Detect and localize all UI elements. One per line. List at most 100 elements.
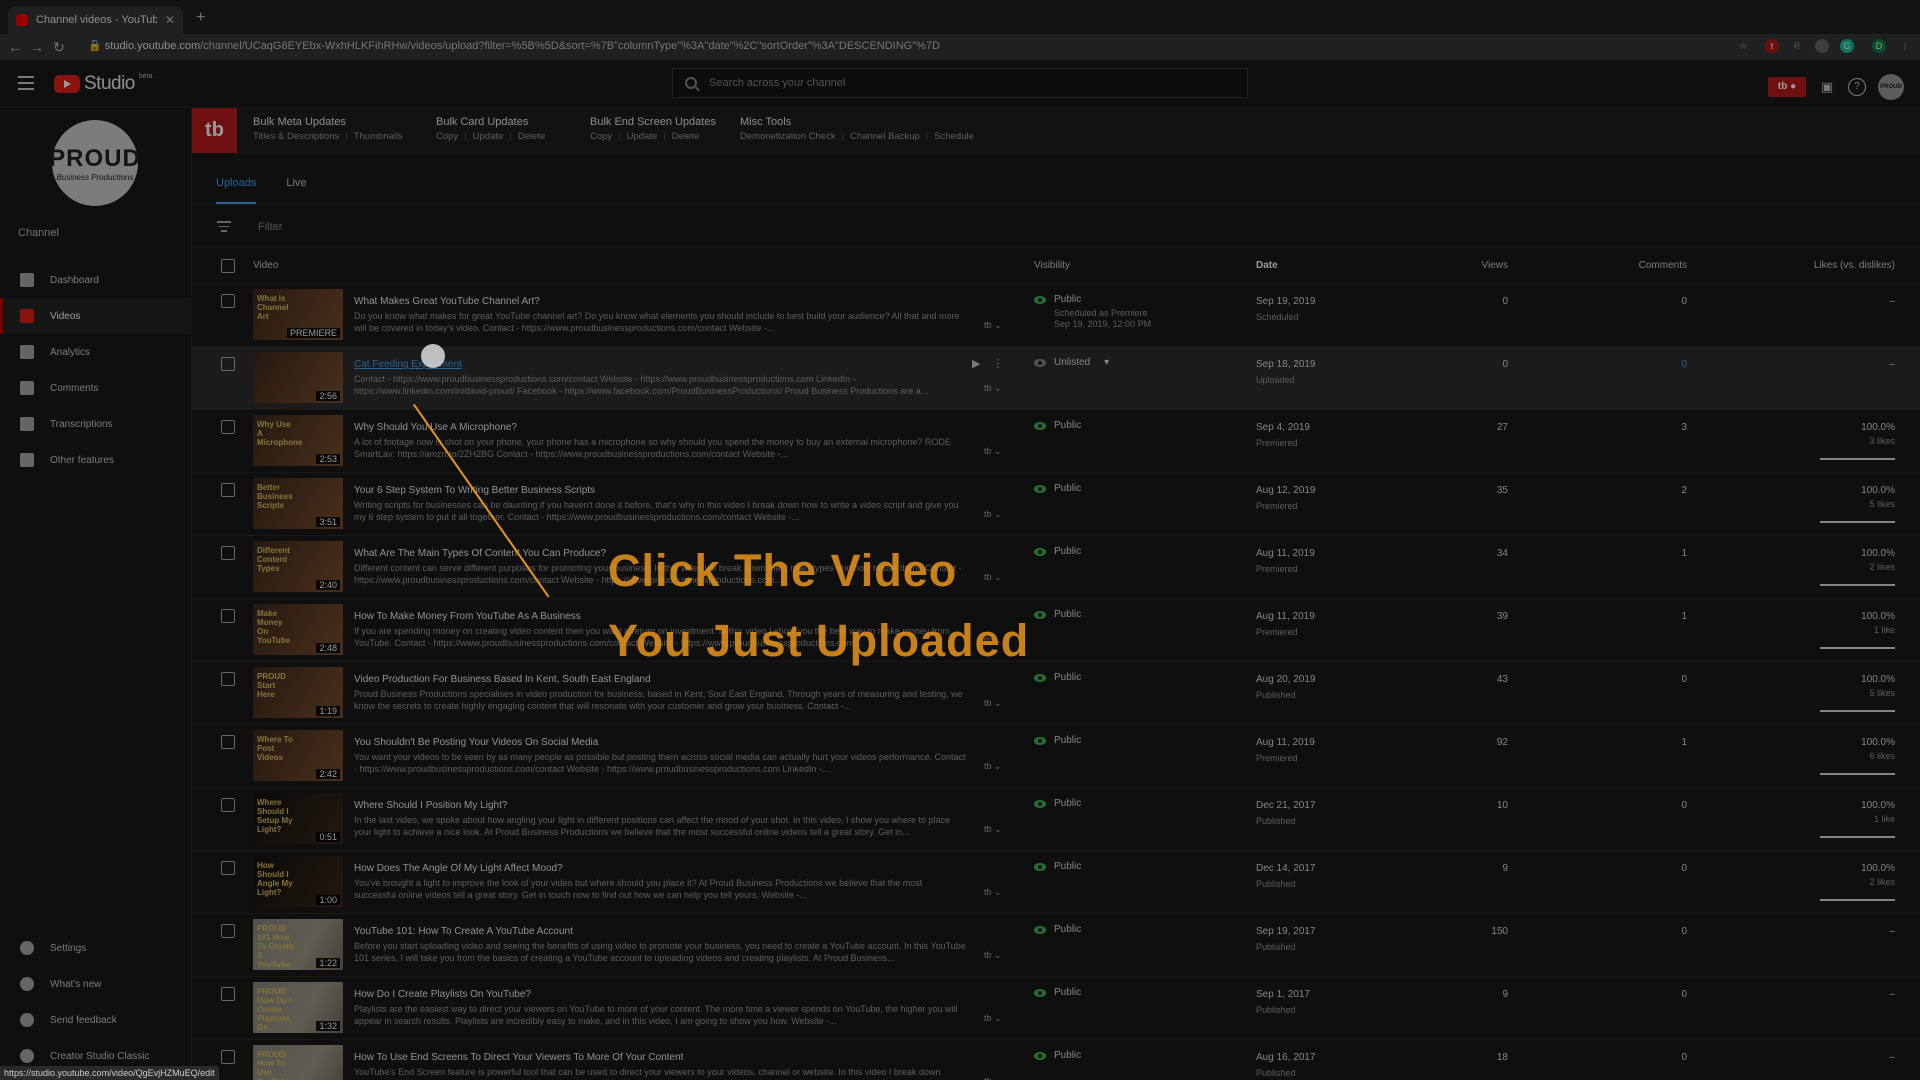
table-row[interactable]: PROUD How Do I Create Playlists On YouTu… [192, 977, 1920, 1040]
avatar[interactable]: PROUD [1878, 74, 1904, 100]
row-checkbox[interactable] [221, 546, 235, 560]
table-row[interactable]: PROUD Start Here 1:19 Video Production For… [192, 662, 1920, 725]
table-row[interactable]: PROUD How To Use YouTube End Screens3:08… [192, 1040, 1920, 1080]
sidebar-item-dashboard[interactable]: Dashboard [0, 262, 192, 298]
bookmark-star-icon[interactable]: ☆ [1736, 39, 1750, 53]
table-row[interactable]: 2:56 Cat Feeding Experiment Contact - http… [192, 347, 1920, 410]
tubebuddy-link[interactable]: Copy [436, 131, 458, 142]
youtube-link-icon[interactable]: ▶ [972, 357, 980, 370]
tubebuddy-row-icon[interactable]: tb ⌄ [984, 509, 1002, 520]
table-row[interactable]: Where To Post Videos 2:42 You Shouldn't Be… [192, 725, 1920, 788]
filter-icon[interactable] [217, 221, 231, 235]
help-icon[interactable]: ? [1848, 78, 1866, 96]
visibility-cell[interactable]: Public [1034, 546, 1081, 557]
tubebuddy-link[interactable]: Delete [518, 131, 545, 142]
tubebuddy-row-icon[interactable]: tb ⌄ [984, 950, 1002, 961]
visibility-cell[interactable]: Public [1034, 735, 1081, 746]
chevron-down-icon[interactable]: ▾ [1104, 357, 1109, 368]
close-tab-icon[interactable]: ✕ [165, 13, 175, 27]
more-options-icon[interactable]: ⋮ [992, 357, 1003, 370]
search-input[interactable]: Search across your channel [672, 68, 1248, 98]
grammarly-extension-icon[interactable]: G [1840, 39, 1854, 53]
forward-icon[interactable]: → [26, 39, 48, 55]
video-thumbnail[interactable]: Different Content Types 2:40 [253, 541, 343, 592]
sidebar-item-settings[interactable]: Settings [0, 930, 192, 966]
reload-icon[interactable]: ↻ [48, 39, 70, 56]
visibility-cell[interactable]: Public [1034, 672, 1081, 683]
video-thumbnail[interactable]: PROUD How Do I Create Playlists On YouTu… [253, 982, 343, 1033]
channel-avatar[interactable]: PROUD Business Productions [49, 120, 140, 206]
video-title[interactable]: You Shouldn't Be Posting Your Videos On … [354, 737, 598, 748]
tubebuddy-row-icon[interactable]: tb ⌄ [984, 1013, 1002, 1024]
sidebar-item-what-s-new[interactable]: What's new [0, 966, 192, 1002]
camera-extension-icon[interactable] [1815, 39, 1829, 53]
extension-icon[interactable]: R [1790, 39, 1804, 53]
back-icon[interactable]: ← [4, 39, 26, 55]
tubebuddy-link[interactable]: Copy [590, 131, 612, 142]
video-thumbnail[interactable]: Where To Post Videos 2:42 [253, 730, 343, 781]
tubebuddy-logo-icon[interactable]: tb [192, 108, 237, 153]
tubebuddy-row-icon[interactable]: tb ⌄ [984, 572, 1002, 583]
sidebar-item-transcriptions[interactable]: Transcriptions [0, 406, 192, 442]
sidebar-item-analytics[interactable]: Analytics [0, 334, 192, 370]
video-thumbnail[interactable]: Better Business Scripts 3:51 [253, 478, 343, 529]
header-views[interactable]: Views [1482, 260, 1509, 271]
video-thumbnail[interactable]: What Is Channel Art PREMIERE [253, 289, 343, 340]
tubebuddy-row-icon[interactable]: tb ⌄ [984, 761, 1002, 772]
tab-live[interactable]: Live [286, 168, 306, 204]
hamburger-menu-icon[interactable] [18, 76, 34, 94]
header-comments[interactable]: Comments [1639, 260, 1687, 271]
visibility-cell[interactable]: Public [1034, 987, 1081, 998]
tab-uploads[interactable]: Uploads [216, 168, 257, 204]
video-title[interactable]: Why Should You Use A Microphone? [354, 422, 517, 433]
video-title[interactable]: How Do I Create Playlists On YouTube? [354, 989, 531, 1000]
visibility-cell[interactable]: Public Scheduled as Premiere Sep 19, 2019… [1034, 294, 1151, 330]
new-tab-icon[interactable]: + [196, 9, 205, 27]
url-field[interactable]: 🔒 studio.youtube.com/channel/UCaqG8EYEbx… [88, 39, 940, 52]
row-checkbox[interactable] [221, 420, 235, 434]
row-checkbox[interactable] [221, 924, 235, 938]
filter-input[interactable]: Filter [258, 221, 282, 233]
header-date[interactable]: Date [1256, 260, 1278, 271]
row-checkbox[interactable] [221, 798, 235, 812]
browser-menu-icon[interactable]: ⋮ [1898, 39, 1912, 53]
table-row[interactable]: Where Should I Setup My Light? 0:51 Where … [192, 788, 1920, 851]
video-title[interactable]: Where Should I Position My Light? [354, 800, 507, 811]
video-title[interactable]: What Are The Main Types Of Content You C… [354, 548, 606, 559]
video-thumbnail[interactable]: Why Use A Microphone 2:53 [253, 415, 343, 466]
table-row[interactable]: Make Money On YouTube 2:48 How To Make Mon… [192, 599, 1920, 662]
video-title[interactable]: How Does The Angle Of My Light Affect Mo… [354, 863, 563, 874]
tubebuddy-row-icon[interactable]: tb ⌄ [984, 698, 1002, 709]
video-thumbnail[interactable]: PROUD 101 How To Create A YouTube Accoun… [253, 919, 343, 970]
tubebuddy-row-icon[interactable]: tb ⌄ [984, 320, 1002, 331]
video-title[interactable]: How To Use End Screens To Direct Your Vi… [354, 1052, 683, 1063]
video-thumbnail[interactable]: How Should I Angle My Light? 1:00 [253, 856, 343, 907]
row-checkbox[interactable] [221, 609, 235, 623]
video-title[interactable]: YouTube 101: How To Create A YouTube Acc… [354, 926, 573, 937]
visibility-cell[interactable]: Public [1034, 924, 1081, 935]
tubebuddy-link[interactable]: Delete [672, 131, 699, 142]
row-checkbox[interactable] [221, 987, 235, 1001]
visibility-cell[interactable]: Public [1034, 609, 1081, 620]
video-thumbnail[interactable]: 2:56 [253, 352, 343, 403]
row-checkbox[interactable] [221, 672, 235, 686]
table-row[interactable]: What Is Channel Art PREMIERE What Makes Gr… [192, 284, 1920, 347]
tubebuddy-row-icon[interactable]: tb ⌄ [984, 1076, 1002, 1080]
table-row[interactable]: Better Business Scripts 3:51 Your 6 Step S… [192, 473, 1920, 536]
table-row[interactable]: Why Use A Microphone 2:53 Why Should You U… [192, 410, 1920, 473]
tubebuddy-row-icon[interactable]: tb ⌄ [984, 446, 1002, 457]
comments-cell[interactable]: 0 [1681, 359, 1687, 370]
header-likes[interactable]: Likes (vs. dislikes) [1814, 260, 1895, 271]
row-checkbox[interactable] [221, 1050, 235, 1064]
tubebuddy-row-icon[interactable]: tb ⌄ [984, 824, 1002, 835]
sidebar-item-other-features[interactable]: Other features [0, 442, 192, 478]
sidebar-item-videos[interactable]: Videos [0, 298, 192, 334]
tubebuddy-button[interactable]: tb ● [1768, 77, 1806, 97]
table-row[interactable]: PROUD 101 How To Create A YouTube Accoun… [192, 914, 1920, 977]
tubebuddy-row-icon[interactable]: tb ⌄ [984, 887, 1002, 898]
video-title[interactable]: What Makes Great YouTube Channel Art? [354, 296, 540, 307]
video-thumbnail[interactable]: PROUD Start Here 1:19 [253, 667, 343, 718]
video-title[interactable]: How To Make Money From YouTube As A Busi… [354, 611, 581, 622]
video-thumbnail[interactable]: Make Money On YouTube 2:48 [253, 604, 343, 655]
studio-logo[interactable]: Studio beta [54, 73, 153, 95]
